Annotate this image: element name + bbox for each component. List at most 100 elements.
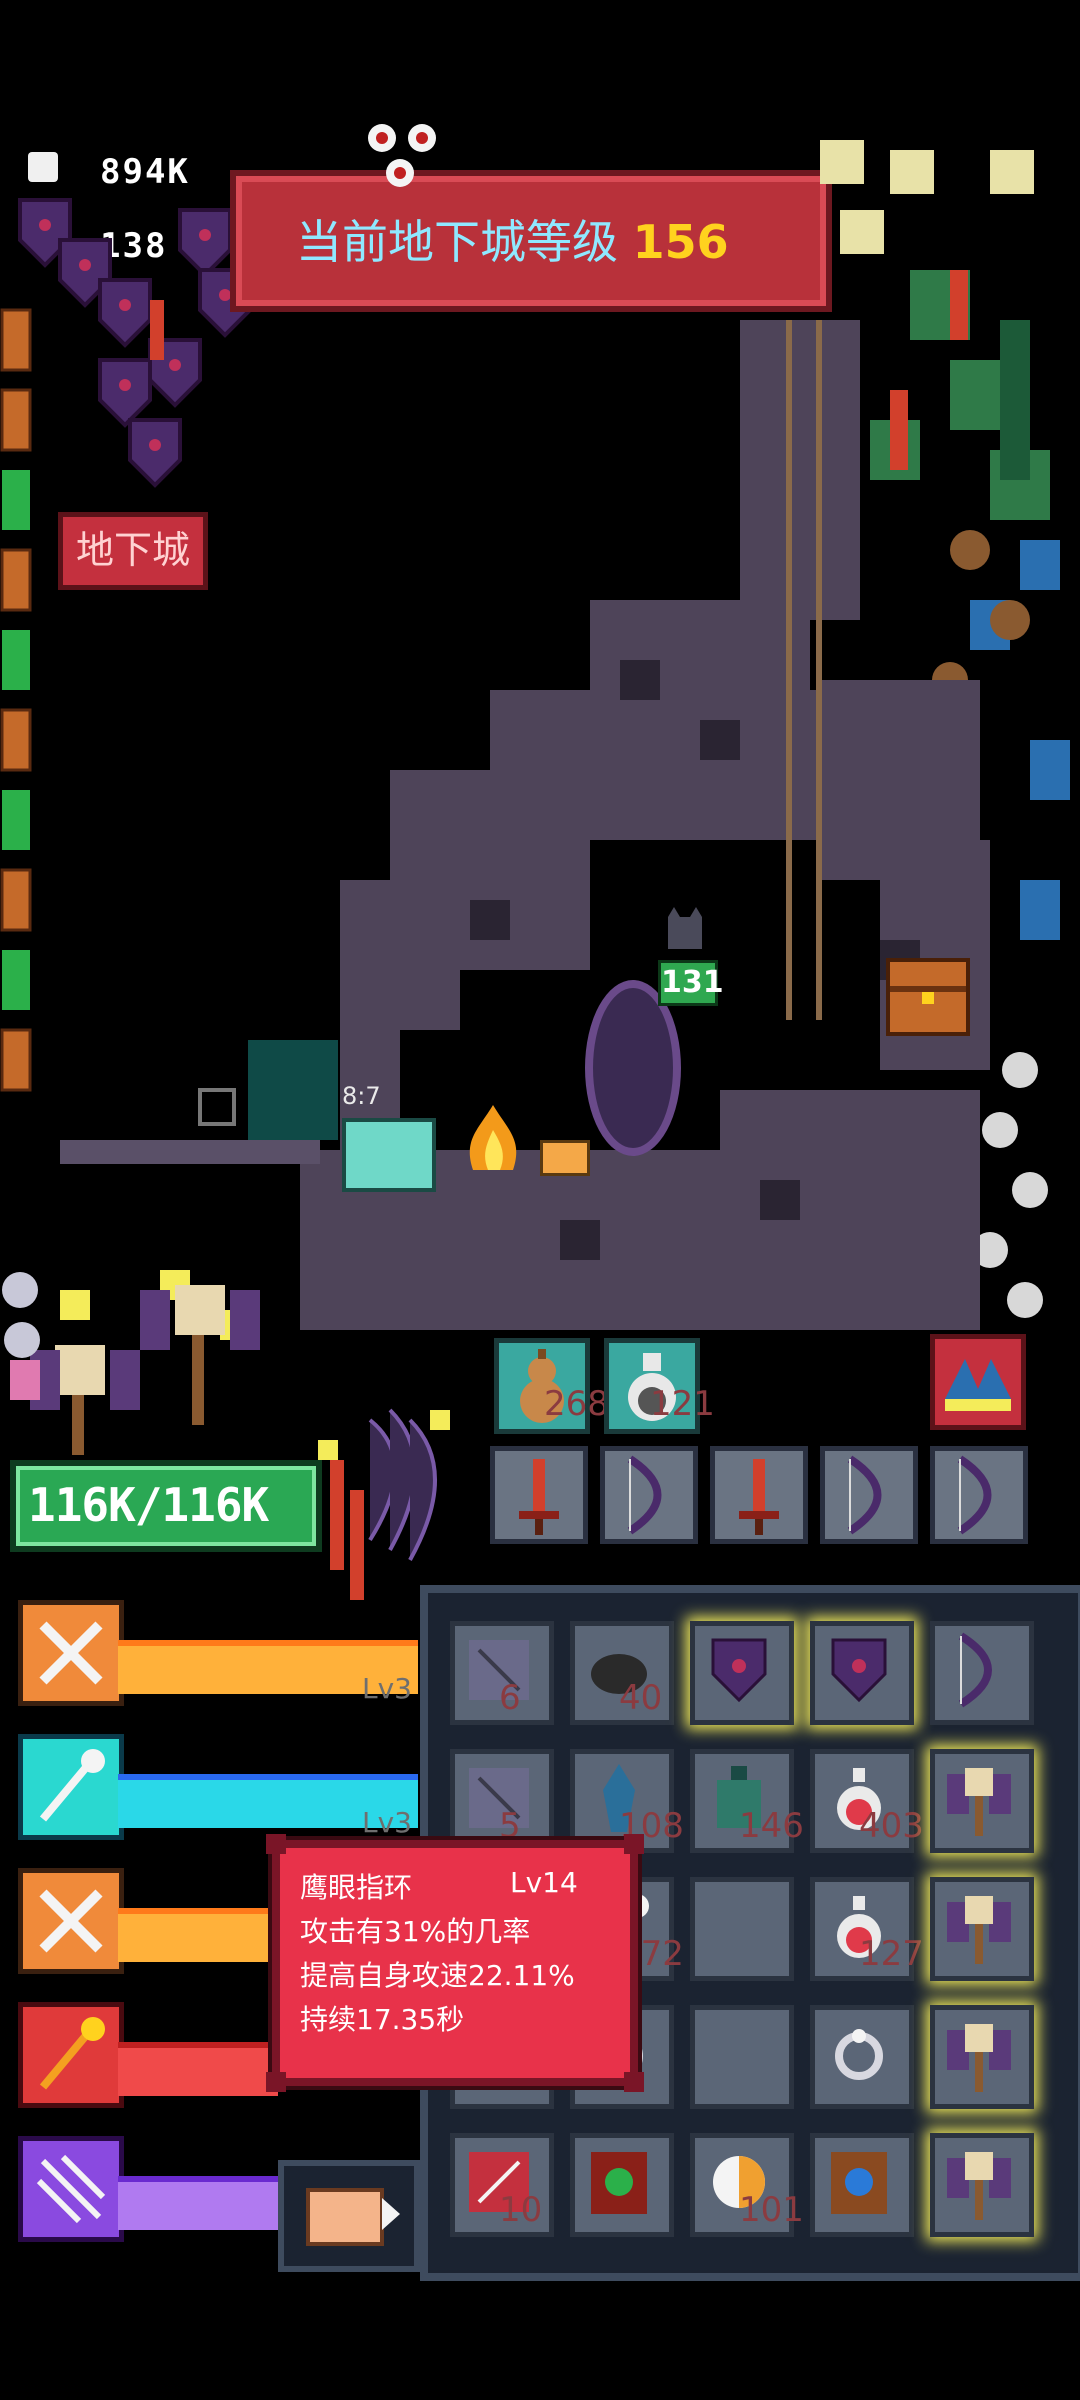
slot-count: 127 (859, 1934, 924, 1974)
consumable-count-2: 121 (650, 1384, 715, 1424)
skull-axe-icon (947, 2024, 1011, 2092)
bow-icon (957, 1455, 992, 1535)
skill-5-bar (118, 2176, 278, 2230)
dungeon-walls (60, 320, 990, 1330)
tooltip-corner (624, 1834, 644, 1854)
tooltip-item-level: Lv14 (510, 1866, 578, 1899)
bow-icon (627, 1455, 662, 1535)
player-hp-bar: 116K/116K (10, 1460, 322, 1552)
slot-count: 101 (739, 2190, 804, 2230)
inventory-slot[interactable] (570, 2133, 674, 2237)
skill-1-level: Lv3 (362, 1672, 412, 1705)
skill-4-icon[interactable] (18, 2002, 124, 2108)
inventory-slot[interactable]: 40 (570, 1621, 674, 1725)
skull-axe-icon (947, 1768, 1011, 1836)
inventory-slot[interactable] (810, 2133, 914, 2237)
arrow-right-icon (382, 2198, 400, 2230)
banner-label: 当前地下城等级 (296, 215, 618, 269)
skull-axe-pile (0, 1260, 300, 1460)
coin-icon (28, 152, 58, 182)
tooltip-corner (624, 2072, 644, 2092)
slot-count: 40 (619, 1678, 663, 1718)
inventory-slot[interactable] (930, 2133, 1034, 2237)
slot-count: 146 (739, 1806, 804, 1846)
red-sword-icon (519, 1459, 559, 1535)
fire-staff-icon (39, 2017, 105, 2090)
enemy-hp-badge: 131 (658, 960, 724, 1006)
magic-staff-icon (39, 1749, 105, 1822)
skill-2-level: Lv3 (362, 1806, 412, 1839)
sapphire-book-icon (831, 2152, 887, 2214)
special-item-slot[interactable] (930, 1334, 1026, 1430)
inventory-slot[interactable] (810, 1621, 914, 1725)
banner-text: 当前地下城等级 156 (296, 206, 729, 272)
inventory-slot[interactable] (690, 1877, 794, 1981)
skill-1-icon[interactable] (18, 1600, 124, 1706)
inventory-slot[interactable]: 127 (810, 1877, 924, 1981)
weapon-slot-2[interactable] (600, 1446, 698, 1544)
weapon-quickbar (490, 1446, 1050, 1556)
skill-3-icon[interactable] (18, 1868, 124, 1974)
skill-2-icon[interactable] (18, 1734, 124, 1840)
shield-icon (831, 1638, 887, 1703)
inventory-slot[interactable]: 108 (570, 1749, 684, 1853)
blank (695, 1882, 789, 1976)
chest-timer: 8:7 (342, 1082, 381, 1110)
weapon-slot-3[interactable] (710, 1446, 808, 1544)
tooltip-corner (266, 2072, 286, 2092)
bow-icon (958, 1632, 992, 1708)
jester-hat-icon (945, 1359, 1011, 1411)
chest-icon (306, 2188, 384, 2246)
bow-icon (847, 1455, 882, 1535)
arrows-icon (36, 2154, 106, 2224)
weapon-slot-4[interactable] (820, 1446, 918, 1544)
slot-count: 403 (859, 1806, 924, 1846)
consumable-count-1: 268 (544, 1384, 609, 1424)
dungeon-scene: 8:7 131 (0, 300, 1080, 1360)
player-hp-text: 116K/116K (28, 1478, 269, 1532)
skill-4-bar (118, 2042, 278, 2096)
emerald-book-icon (591, 2152, 647, 2214)
treasure-chest[interactable] (886, 958, 970, 1036)
inventory-slot[interactable] (930, 1749, 1034, 1853)
red-sword-icon (739, 1459, 779, 1535)
blank (695, 2010, 789, 2104)
inventory-slot[interactable] (930, 2005, 1034, 2109)
ring-icon (835, 2029, 883, 2080)
tooltip-line-2: 提高自身攻速22.11% (300, 1959, 575, 1992)
locked-chest[interactable] (342, 1118, 436, 1192)
inventory-slot[interactable] (810, 2005, 914, 2109)
signpost[interactable] (540, 1140, 590, 1176)
inventory-slot[interactable] (690, 2005, 794, 2109)
crossed-swords-icon (39, 1889, 103, 1953)
inventory-slot[interactable] (690, 1621, 794, 1725)
crossed-swords-icon (39, 1621, 103, 1685)
skill-5-icon[interactable] (18, 2136, 124, 2242)
shield-icon (711, 1638, 767, 1703)
tooltip-line-3: 持续17.35秒 (300, 2003, 465, 2036)
portal[interactable] (585, 980, 681, 1156)
inventory-slot[interactable]: 403 (810, 1749, 924, 1853)
campfire-icon[interactable] (458, 1100, 528, 1180)
weapon-slot-5[interactable] (930, 1446, 1028, 1544)
inventory-slot[interactable]: 5 (450, 1749, 554, 1853)
slot-count: 6 (499, 1678, 521, 1718)
slot-count: 10 (499, 2190, 543, 2230)
skull-axe-icon (947, 1896, 1011, 1964)
skull-axe-icon (947, 2152, 1011, 2220)
eyeball-creatures (360, 118, 480, 198)
item-tooltip: 鹰眼指环 Lv14 攻击有31%的几率 提高自身攻速22.11% 持续17.35… (266, 1834, 644, 2092)
inventory-slot[interactable] (930, 1621, 1034, 1725)
skill-3-bar (118, 1908, 278, 1962)
weapon-slot-1[interactable] (490, 1446, 588, 1544)
inventory-slot[interactable]: 101 (690, 2133, 804, 2237)
inventory-slot[interactable]: 146 (690, 1749, 804, 1853)
tooltip-item-name: 鹰眼指环 (300, 1871, 413, 1904)
enemy-cat[interactable] (660, 905, 710, 955)
inventory-slot[interactable]: 6 (450, 1621, 554, 1725)
tooltip-corner (266, 1834, 286, 1854)
inventory-slot[interactable] (930, 1877, 1034, 1981)
storage-chest-button[interactable] (278, 2160, 420, 2272)
tooltip-line-1: 攻击有31%的几率 (300, 1915, 531, 1948)
inventory-slot[interactable]: 10 (450, 2133, 554, 2237)
